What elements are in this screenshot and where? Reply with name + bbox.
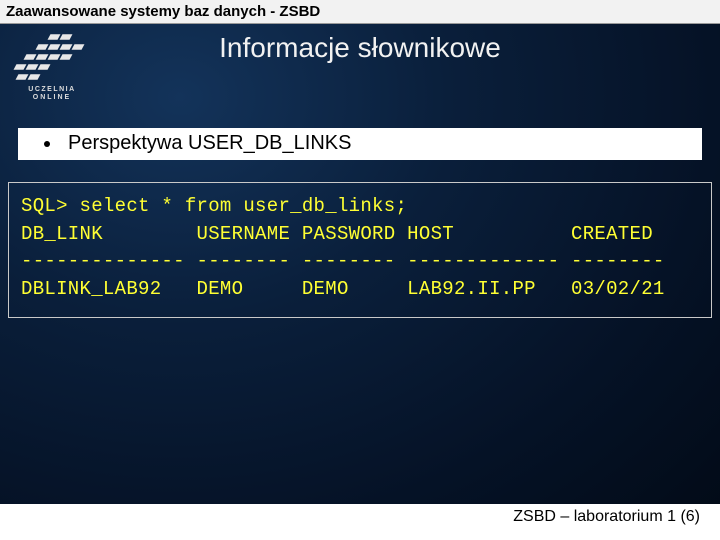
sql-divider-line: -------------- -------- -------- -------… [21, 248, 699, 276]
sql-prompt-line: SQL> select * from user_db_links; [21, 193, 699, 221]
logo-line1: UCZELNIA [28, 86, 75, 93]
title-area: Informacje słownikowe [0, 24, 720, 72]
logo-text: UCZELNIA ONLINE [28, 86, 75, 101]
sql-row-line: DBLINK_LAB92 DEMO DEMO LAB92.II.PP 03/02… [21, 276, 699, 304]
logo-line2: ONLINE [28, 94, 75, 102]
logo: UCZELNIA ONLINE [12, 30, 92, 110]
bullet-item: Perspektywa USER_DB_LINKS [18, 128, 702, 160]
logo-icon [17, 30, 87, 84]
bullet-icon [44, 141, 50, 147]
page-title: Informacje słownikowe [219, 32, 501, 64]
sql-header-line: DB_LINK USERNAME PASSWORD HOST CREATED [21, 221, 699, 249]
breadcrumb: Zaawansowane systemy baz danych - ZSBD [0, 0, 720, 24]
footer-text: ZSBD – laboratorium 1 (6) [507, 506, 706, 528]
sql-output-block: SQL> select * from user_db_links; DB_LIN… [8, 182, 712, 318]
content-area: Perspektywa USER_DB_LINKS SQL> select * … [0, 72, 720, 318]
bullet-text: Perspektywa USER_DB_LINKS [68, 132, 351, 155]
